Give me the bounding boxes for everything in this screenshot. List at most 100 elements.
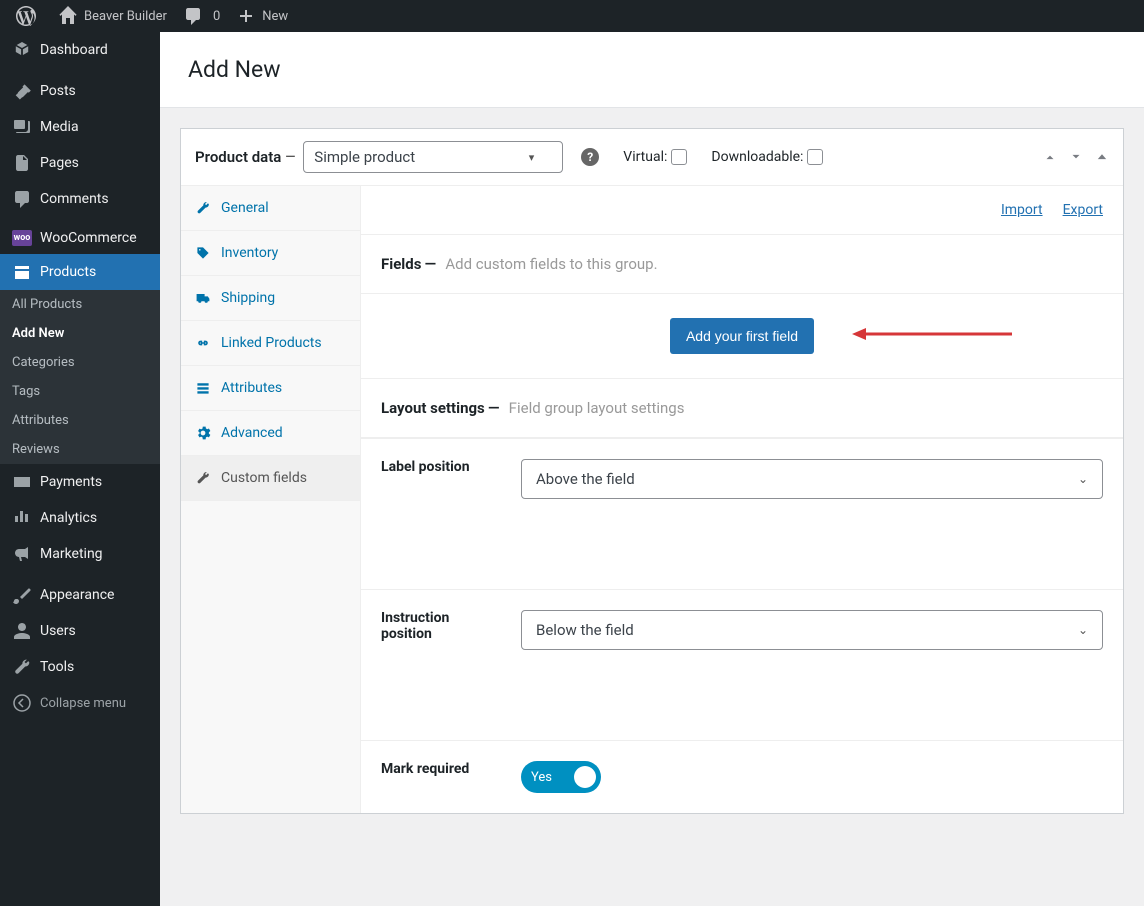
- chevron-down-icon: ⌄: [1078, 472, 1088, 486]
- sidebar-label: Appearance: [40, 587, 114, 603]
- new-content-link[interactable]: New: [228, 0, 296, 32]
- add-first-field-button[interactable]: Add your first field: [670, 318, 814, 354]
- export-link[interactable]: Export: [1063, 202, 1103, 218]
- link-icon: [195, 335, 211, 351]
- sidebar-label: Tools: [40, 659, 74, 675]
- sidebar-label: Comments: [40, 191, 109, 207]
- panel-down-icon[interactable]: [1069, 150, 1083, 164]
- sidebar-item-woocommerce[interactable]: woo WooCommerce: [0, 222, 160, 254]
- import-export-toolbar: Import Export: [361, 186, 1123, 234]
- tab-general[interactable]: General: [181, 186, 360, 231]
- sidebar-item-posts[interactable]: Posts: [0, 73, 160, 109]
- tab-advanced[interactable]: Advanced: [181, 411, 360, 456]
- sidebar-item-comments[interactable]: Comments: [0, 181, 160, 217]
- virtual-checkbox[interactable]: [671, 149, 687, 165]
- virtual-checkbox-group: Virtual:: [623, 149, 687, 165]
- instruction-position-row: Instruction position Below the field ⌄: [361, 589, 1123, 740]
- instruction-position-value: Below the field: [536, 621, 634, 639]
- sidebar-label: Users: [40, 623, 76, 639]
- brush-icon: [12, 585, 32, 605]
- products-submenu: All Products Add New Categories Tags Att…: [0, 290, 160, 464]
- tab-shipping[interactable]: Shipping: [181, 276, 360, 321]
- sidebar-label: Analytics: [40, 510, 97, 526]
- submenu-tags[interactable]: Tags: [0, 377, 160, 406]
- layout-subtitle: Field group layout settings: [509, 399, 685, 417]
- panel-title: Product data: [195, 148, 281, 166]
- label-position-label: Label position: [361, 439, 501, 589]
- tab-linked-products[interactable]: Linked Products: [181, 321, 360, 366]
- downloadable-label: Downloadable:: [711, 149, 803, 165]
- sidebar-item-pages[interactable]: Pages: [0, 145, 160, 181]
- admin-sidebar: Dashboard Posts Media Pages Comments woo…: [0, 32, 160, 906]
- tab-inventory[interactable]: Inventory: [181, 231, 360, 276]
- sidebar-label: WooCommerce: [40, 230, 137, 246]
- sidebar-item-analytics[interactable]: Analytics: [0, 500, 160, 536]
- tab-label: Linked Products: [221, 335, 322, 351]
- panel-header: Product data — Simple product ▾ ? Virtua…: [181, 129, 1123, 186]
- product-type-select[interactable]: Simple product ▾: [303, 141, 563, 173]
- tag-icon: [195, 245, 211, 261]
- plus-icon: [236, 6, 256, 26]
- pin-icon: [12, 81, 32, 101]
- wordpress-logo[interactable]: [8, 0, 50, 32]
- instruction-position-select[interactable]: Below the field ⌄: [521, 610, 1103, 650]
- label-position-value: Above the field: [536, 470, 635, 488]
- tab-label: Attributes: [221, 380, 282, 396]
- tab-custom-fields[interactable]: Custom fields: [181, 456, 360, 501]
- sidebar-item-marketing[interactable]: Marketing: [0, 536, 160, 572]
- panel-toggle-icon[interactable]: [1095, 150, 1109, 164]
- sidebar-item-users[interactable]: Users: [0, 613, 160, 649]
- instruction-position-label: Instruction position: [361, 590, 501, 740]
- product-data-tabs: General Inventory Shipping Linked P: [181, 186, 361, 813]
- sidebar-item-media[interactable]: Media: [0, 109, 160, 145]
- sidebar-item-tools[interactable]: Tools: [0, 649, 160, 685]
- tab-label: Custom fields: [221, 470, 307, 486]
- downloadable-checkbox-group: Downloadable:: [711, 149, 823, 165]
- sidebar-item-products[interactable]: Products: [0, 254, 160, 290]
- submenu-all-products[interactable]: All Products: [0, 290, 160, 319]
- comments-count: 0: [213, 9, 220, 24]
- fields-section-header: Fields — Add custom fields to this group…: [361, 234, 1123, 294]
- wrench-icon: [12, 657, 32, 677]
- layout-section-header: Layout settings — Field group layout set…: [361, 378, 1123, 438]
- comments-link[interactable]: 0: [175, 0, 228, 32]
- home-icon: [58, 6, 78, 26]
- chevron-down-icon: ▾: [529, 151, 535, 164]
- help-icon[interactable]: ?: [581, 148, 599, 166]
- page-header: Add New: [160, 32, 1144, 108]
- dashboard-icon: [12, 40, 32, 60]
- submenu-categories[interactable]: Categories: [0, 348, 160, 377]
- site-name: Beaver Builder: [84, 9, 167, 24]
- sidebar-label: Dashboard: [40, 42, 108, 58]
- payments-icon: [12, 472, 32, 492]
- dash: —: [285, 150, 295, 165]
- sidebar-item-appearance[interactable]: Appearance: [0, 577, 160, 613]
- downloadable-checkbox[interactable]: [807, 149, 823, 165]
- submenu-reviews[interactable]: Reviews: [0, 435, 160, 464]
- collapse-menu-button[interactable]: Collapse menu: [0, 685, 160, 721]
- panel-up-icon[interactable]: [1043, 150, 1057, 164]
- sidebar-label: Payments: [40, 474, 102, 490]
- import-link[interactable]: Import: [1001, 202, 1043, 218]
- page-title: Add New: [188, 56, 1116, 83]
- sidebar-label: Media: [40, 119, 79, 135]
- submenu-add-new[interactable]: Add New: [0, 319, 160, 348]
- tab-label: Shipping: [221, 290, 275, 306]
- mark-required-toggle[interactable]: Yes: [521, 761, 601, 793]
- collapse-icon: [12, 693, 32, 713]
- sidebar-item-dashboard[interactable]: Dashboard: [0, 32, 160, 68]
- site-name-link[interactable]: Beaver Builder: [50, 0, 175, 32]
- collapse-label: Collapse menu: [40, 696, 126, 711]
- main-content: Add New Product data — Simple product ▾ …: [160, 32, 1144, 906]
- wordpress-icon: [16, 6, 36, 26]
- annotation-arrow: [852, 324, 1012, 348]
- fields-empty-state: Add your first field: [361, 294, 1123, 378]
- submenu-attributes[interactable]: Attributes: [0, 406, 160, 435]
- tab-attributes[interactable]: Attributes: [181, 366, 360, 411]
- tab-label: Inventory: [221, 245, 278, 261]
- label-position-select[interactable]: Above the field ⌄: [521, 459, 1103, 499]
- page-icon: [12, 153, 32, 173]
- media-icon: [12, 117, 32, 137]
- layout-title: Layout settings: [381, 399, 485, 417]
- sidebar-item-payments[interactable]: Payments: [0, 464, 160, 500]
